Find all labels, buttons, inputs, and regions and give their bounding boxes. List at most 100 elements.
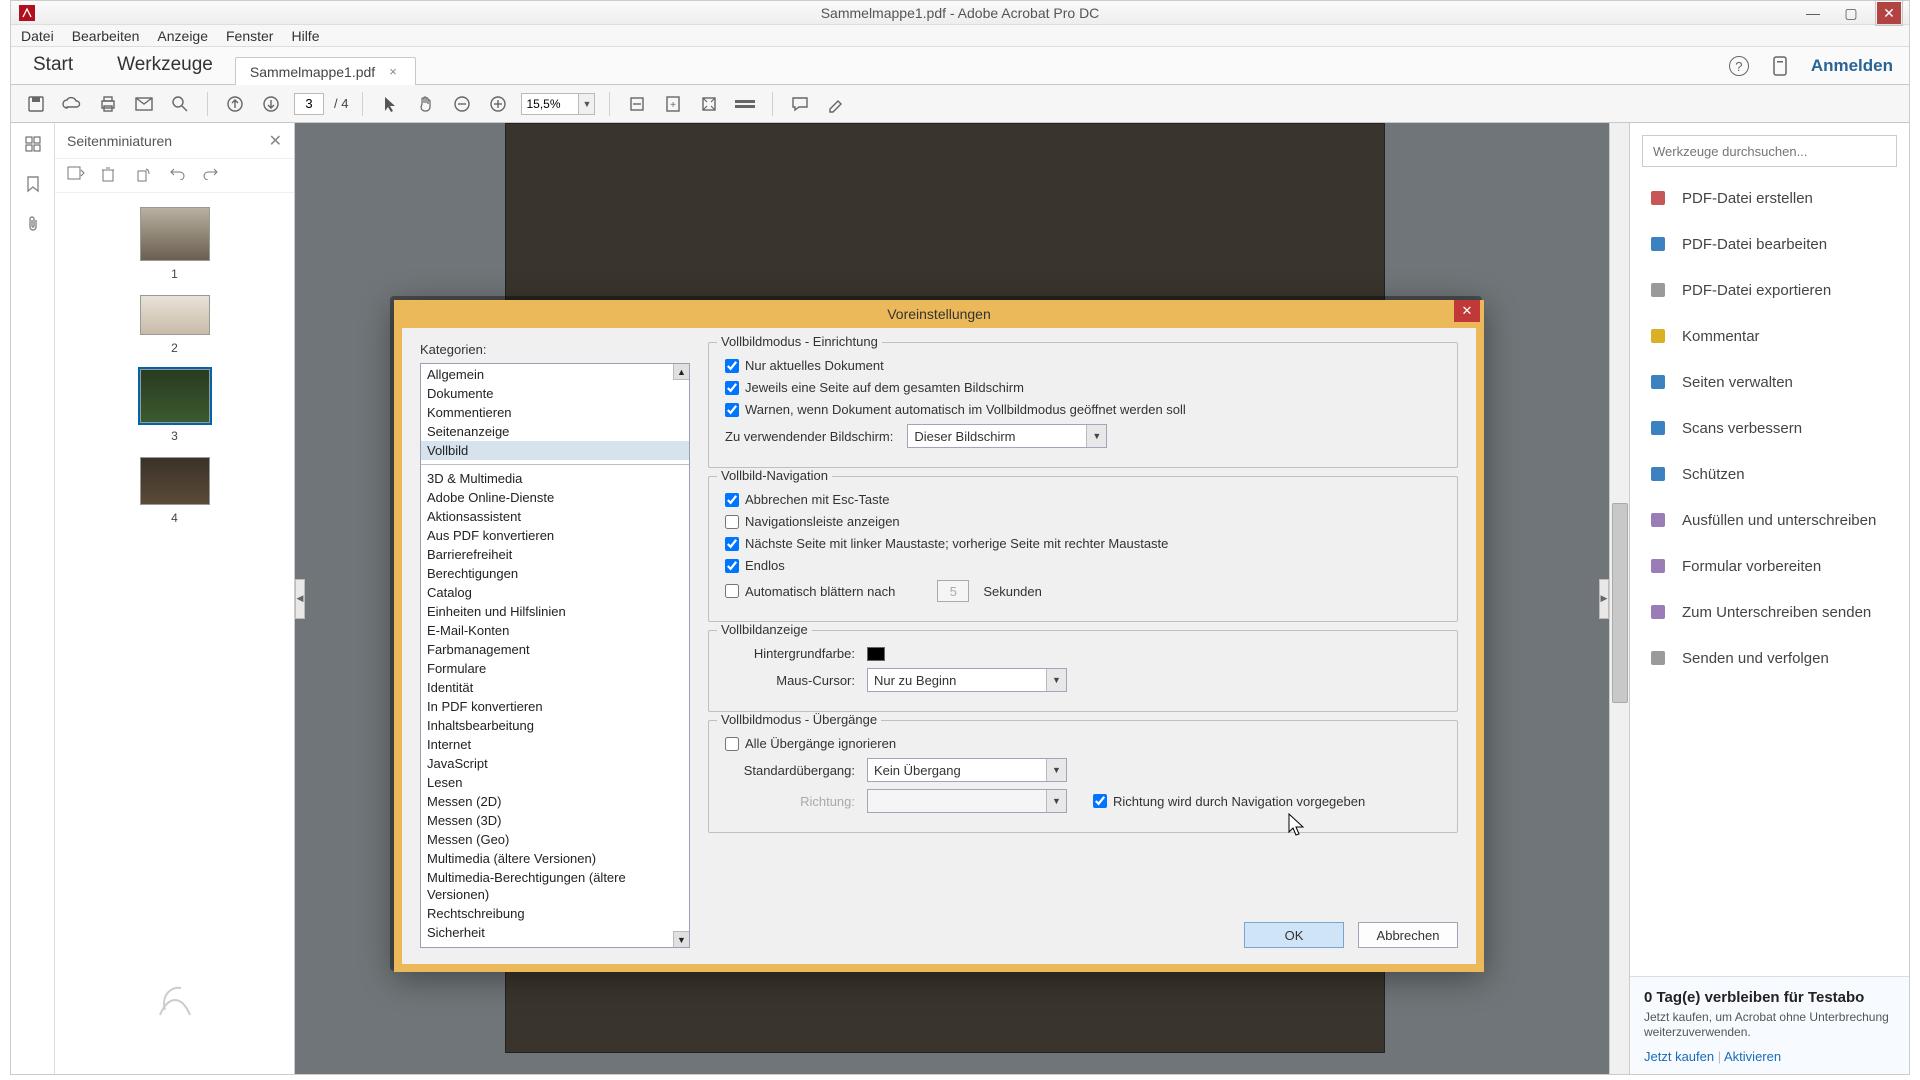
loop-checkbox[interactable] — [725, 559, 739, 573]
zoom-dropdown-icon[interactable]: ▼ — [579, 93, 595, 115]
autoflip-seconds-input[interactable] — [937, 580, 969, 602]
pointer-tool-icon[interactable] — [377, 91, 403, 117]
tool-item[interactable]: Zum Unterschreiben senden — [1630, 589, 1909, 635]
category-item[interactable]: Messen (Geo) — [421, 830, 689, 849]
monitor-select[interactable]: Dieser Bildschirm▼ — [907, 424, 1107, 448]
maximize-button[interactable]: ▢ — [1839, 2, 1863, 24]
zoom-in-icon[interactable] — [485, 91, 511, 117]
only-current-doc-checkbox[interactable] — [725, 359, 739, 373]
fit-visible-icon[interactable] — [696, 91, 722, 117]
categories-scroll-up-icon[interactable]: ▲ — [673, 364, 689, 380]
category-item[interactable]: Aus PDF konvertieren — [421, 526, 689, 545]
fit-page-icon[interactable]: + — [660, 91, 686, 117]
thumb-rotate-icon[interactable] — [135, 166, 155, 186]
tool-item[interactable]: PDF-Datei erstellen — [1630, 175, 1909, 221]
tool-item[interactable]: Scans verbessern — [1630, 405, 1909, 451]
menu-bearbeiten[interactable]: Bearbeiten — [72, 28, 140, 44]
click-nav-checkbox[interactable] — [725, 537, 739, 551]
category-item[interactable]: Einheiten und Hilfslinien — [421, 602, 689, 621]
category-item[interactable]: Messen (3D) — [421, 811, 689, 830]
attachment-rail-icon[interactable] — [22, 213, 44, 235]
minimize-button[interactable]: — — [1801, 2, 1825, 24]
menu-fenster[interactable]: Fenster — [226, 28, 273, 44]
category-item[interactable]: Barrierefreiheit — [421, 545, 689, 564]
window-close-button[interactable]: ✕ — [1877, 2, 1901, 24]
autoflip-checkbox[interactable] — [725, 584, 739, 598]
ignore-transitions-checkbox[interactable] — [725, 737, 739, 751]
tool-item[interactable]: Senden und verfolgen — [1630, 635, 1909, 681]
tool-item[interactable]: Schützen — [1630, 451, 1909, 497]
highlight-icon[interactable] — [823, 91, 849, 117]
scrollbar-thumb[interactable] — [1612, 503, 1628, 703]
page-thumb-3[interactable]: 3 — [140, 369, 210, 443]
fit-width-icon[interactable] — [624, 91, 650, 117]
collapse-left-icon[interactable]: ◀ — [295, 579, 305, 619]
categories-scroll-down-icon[interactable]: ▼ — [673, 931, 689, 947]
tab-start[interactable]: Start — [11, 46, 95, 84]
category-item[interactable]: Formulare — [421, 659, 689, 678]
signin-link[interactable]: Anmelden — [1811, 56, 1893, 76]
zoom-select[interactable]: 15,5% ▼ — [521, 93, 595, 115]
category-item[interactable]: Messen (2D) — [421, 792, 689, 811]
page-thumb-2[interactable]: 2 — [140, 295, 210, 355]
read-mode-icon[interactable] — [732, 91, 758, 117]
page-thumb-4[interactable]: 4 — [140, 457, 210, 525]
category-item[interactable]: Dokumente — [421, 384, 689, 403]
category-item[interactable]: JavaScript — [421, 754, 689, 773]
category-item[interactable]: E-Mail-Konten — [421, 621, 689, 640]
warn-fullscreen-checkbox[interactable] — [725, 403, 739, 417]
save-icon[interactable] — [23, 91, 49, 117]
tools-search-input[interactable] — [1642, 135, 1897, 167]
cursor-select[interactable]: Nur zu Beginn▼ — [867, 668, 1067, 692]
menu-anzeige[interactable]: Anzeige — [157, 28, 208, 44]
ok-button[interactable]: OK — [1244, 922, 1344, 948]
buy-now-link[interactable]: Jetzt kaufen — [1644, 1049, 1714, 1064]
cloud-icon[interactable] — [59, 91, 85, 117]
category-item[interactable]: Sicherheit — [421, 923, 689, 942]
page-up-icon[interactable] — [222, 91, 248, 117]
tool-item[interactable]: Formular vorbereiten — [1630, 543, 1909, 589]
collapse-right-icon[interactable]: ▶ — [1599, 579, 1609, 619]
help-icon[interactable]: ? — [1729, 56, 1749, 76]
category-item[interactable]: Adobe Online-Dienste — [421, 488, 689, 507]
category-item[interactable]: Multimedia (ältere Versionen) — [421, 849, 689, 868]
page-down-icon[interactable] — [258, 91, 284, 117]
category-item[interactable]: Aktionsassistent — [421, 507, 689, 526]
category-item[interactable]: Identität — [421, 678, 689, 697]
document-tab[interactable]: Sammelmappe1.pdf × — [235, 57, 416, 85]
tool-item[interactable]: Ausfüllen und unterschreiben — [1630, 497, 1909, 543]
tool-item[interactable]: PDF-Datei bearbeiten — [1630, 221, 1909, 267]
page-number-input[interactable] — [294, 93, 324, 115]
category-item[interactable]: Seitenanzeige — [421, 422, 689, 441]
vertical-scrollbar[interactable] — [1609, 123, 1629, 1074]
default-transition-select[interactable]: Kein Übergang▼ — [867, 758, 1067, 782]
show-navbar-checkbox[interactable] — [725, 515, 739, 529]
category-item[interactable]: Multimedia-Berechtigungen (ältere Versio… — [421, 868, 689, 904]
one-page-checkbox[interactable] — [725, 381, 739, 395]
menu-hilfe[interactable]: Hilfe — [291, 28, 319, 44]
print-icon[interactable] — [95, 91, 121, 117]
category-item[interactable]: Vollbild — [421, 441, 689, 460]
bookmark-rail-icon[interactable] — [22, 173, 44, 195]
category-item[interactable]: Berechtigungen — [421, 564, 689, 583]
category-item[interactable]: Catalog — [421, 583, 689, 602]
zoom-out-icon[interactable] — [449, 91, 475, 117]
thumb-redo-icon[interactable] — [203, 166, 223, 186]
thumb-delete-icon[interactable] — [101, 166, 121, 186]
esc-cancel-checkbox[interactable] — [725, 493, 739, 507]
tab-werkzeuge[interactable]: Werkzeuge — [95, 46, 235, 84]
search-icon[interactable] — [167, 91, 193, 117]
email-icon[interactable] — [131, 91, 157, 117]
category-item[interactable]: Allgemein — [421, 365, 689, 384]
direction-by-nav-checkbox[interactable] — [1093, 794, 1107, 808]
category-item[interactable]: 3D & Multimedia — [421, 469, 689, 488]
category-item[interactable]: Kommentieren — [421, 403, 689, 422]
tool-item[interactable]: Seiten verwalten — [1630, 359, 1909, 405]
category-item[interactable]: Lesen — [421, 773, 689, 792]
tool-item[interactable]: PDF-Datei exportieren — [1630, 267, 1909, 313]
cancel-button[interactable]: Abbrechen — [1358, 922, 1458, 948]
categories-list[interactable]: ▲ ▼ AllgemeinDokumenteKommentierenSeiten… — [420, 363, 690, 948]
comment-icon[interactable] — [787, 91, 813, 117]
hand-tool-icon[interactable] — [413, 91, 439, 117]
category-item[interactable]: Inhaltsbearbeitung — [421, 716, 689, 735]
